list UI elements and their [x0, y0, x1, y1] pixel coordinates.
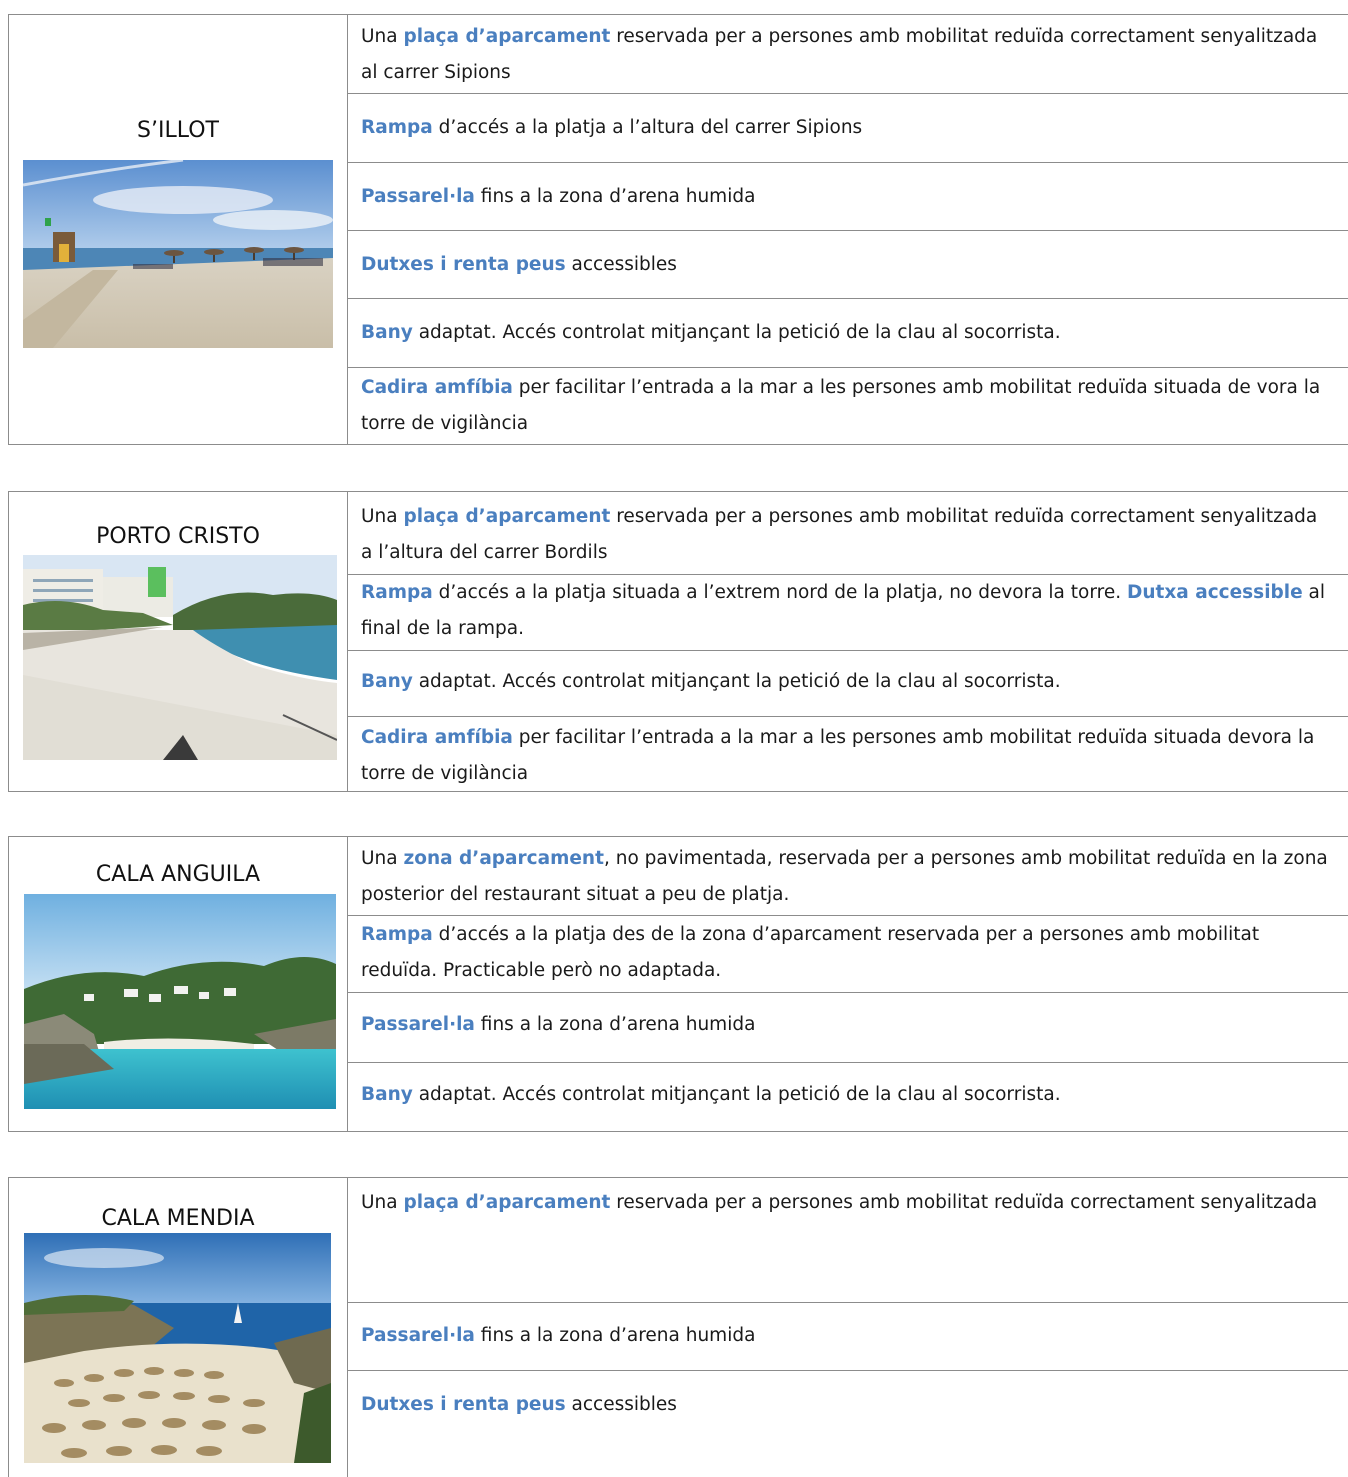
list-item: Cadira amfíbia per facilitar l’entrada a…: [361, 377, 1321, 434]
list-item: Passarel·la fins a la zona d’arena humid…: [348, 1303, 1348, 1371]
list-item: Rampa d’accés a la platja situada a l’ex…: [348, 575, 1348, 651]
beach-photo-cala-mendia: [24, 1233, 331, 1463]
beach-table-cala-mendia: CALA MENDIA Una plaça d’aparcament reser…: [8, 1177, 1348, 1477]
list-item: Passarel·la fins a la zona d’arena humid…: [348, 163, 1348, 231]
beach-photo-cala-anguila: [24, 894, 336, 1109]
beach-name: PORTO CRISTO: [96, 524, 260, 549]
beach-name: CALA MENDIA: [101, 1206, 255, 1231]
list-item: Una plaça d’aparcament reservada per a p…: [348, 492, 1348, 575]
beach-info-panel: PORTO CRISTO: [9, 492, 348, 791]
list-item: Una plaça d’aparcament reservada per a p…: [348, 1178, 1348, 1303]
beach-info-panel: CALA ANGUILA: [9, 837, 348, 1131]
beach-photo-porto-cristo: [23, 555, 337, 760]
beach-name: CALA ANGUILA: [95, 862, 261, 887]
beach-info-panel: CALA MENDIA: [9, 1178, 348, 1477]
beach-info-panel: S’ILLOT: [9, 15, 348, 444]
beach-features-list: Una plaça d’aparcament reservada per a p…: [348, 492, 1348, 791]
list-item: Cadira amfíbia per facilitar l’entrada a…: [361, 727, 1315, 784]
list-item: Dutxes i renta peus accessibles: [361, 1394, 677, 1415]
list-item: Bany adaptat. Accés controlat mitjançant…: [348, 299, 1348, 368]
beach-table-cala-anguila: CALA ANGUILA Una zona d’aparcament, no p…: [8, 836, 1348, 1132]
list-item: Bany adaptat. Accés controlat mitjançant…: [348, 651, 1348, 717]
beach-table-sillot: S’ILLOT Una plaça d’aparcament reservada…: [8, 14, 1348, 445]
beach-table-porto-cristo: PORTO CRISTO Una plaça d’aparcament rese…: [8, 491, 1348, 792]
beach-features-list: Una zona d’aparcament, no pavimentada, r…: [348, 837, 1348, 1131]
list-item: Una plaça d’aparcament reservada per a p…: [348, 15, 1348, 94]
beach-name: S’ILLOT: [137, 118, 219, 143]
list-item: Rampa d’accés a la platja des de la zona…: [348, 916, 1348, 993]
beach-features-list: Una plaça d’aparcament reservada per a p…: [348, 1178, 1348, 1477]
list-item: Rampa d’accés a la platja a l’altura del…: [348, 94, 1348, 163]
list-item: Dutxes i renta peus accessibles: [348, 231, 1348, 299]
list-item: Bany adaptat. Accés controlat mitjançant…: [361, 1084, 1061, 1105]
list-item: Passarel·la fins a la zona d’arena humid…: [348, 993, 1348, 1063]
beach-photo-sillot: [23, 160, 333, 348]
list-item: Una zona d’aparcament, no pavimentada, r…: [348, 837, 1348, 916]
beach-features-list: Una plaça d’aparcament reservada per a p…: [348, 15, 1348, 444]
